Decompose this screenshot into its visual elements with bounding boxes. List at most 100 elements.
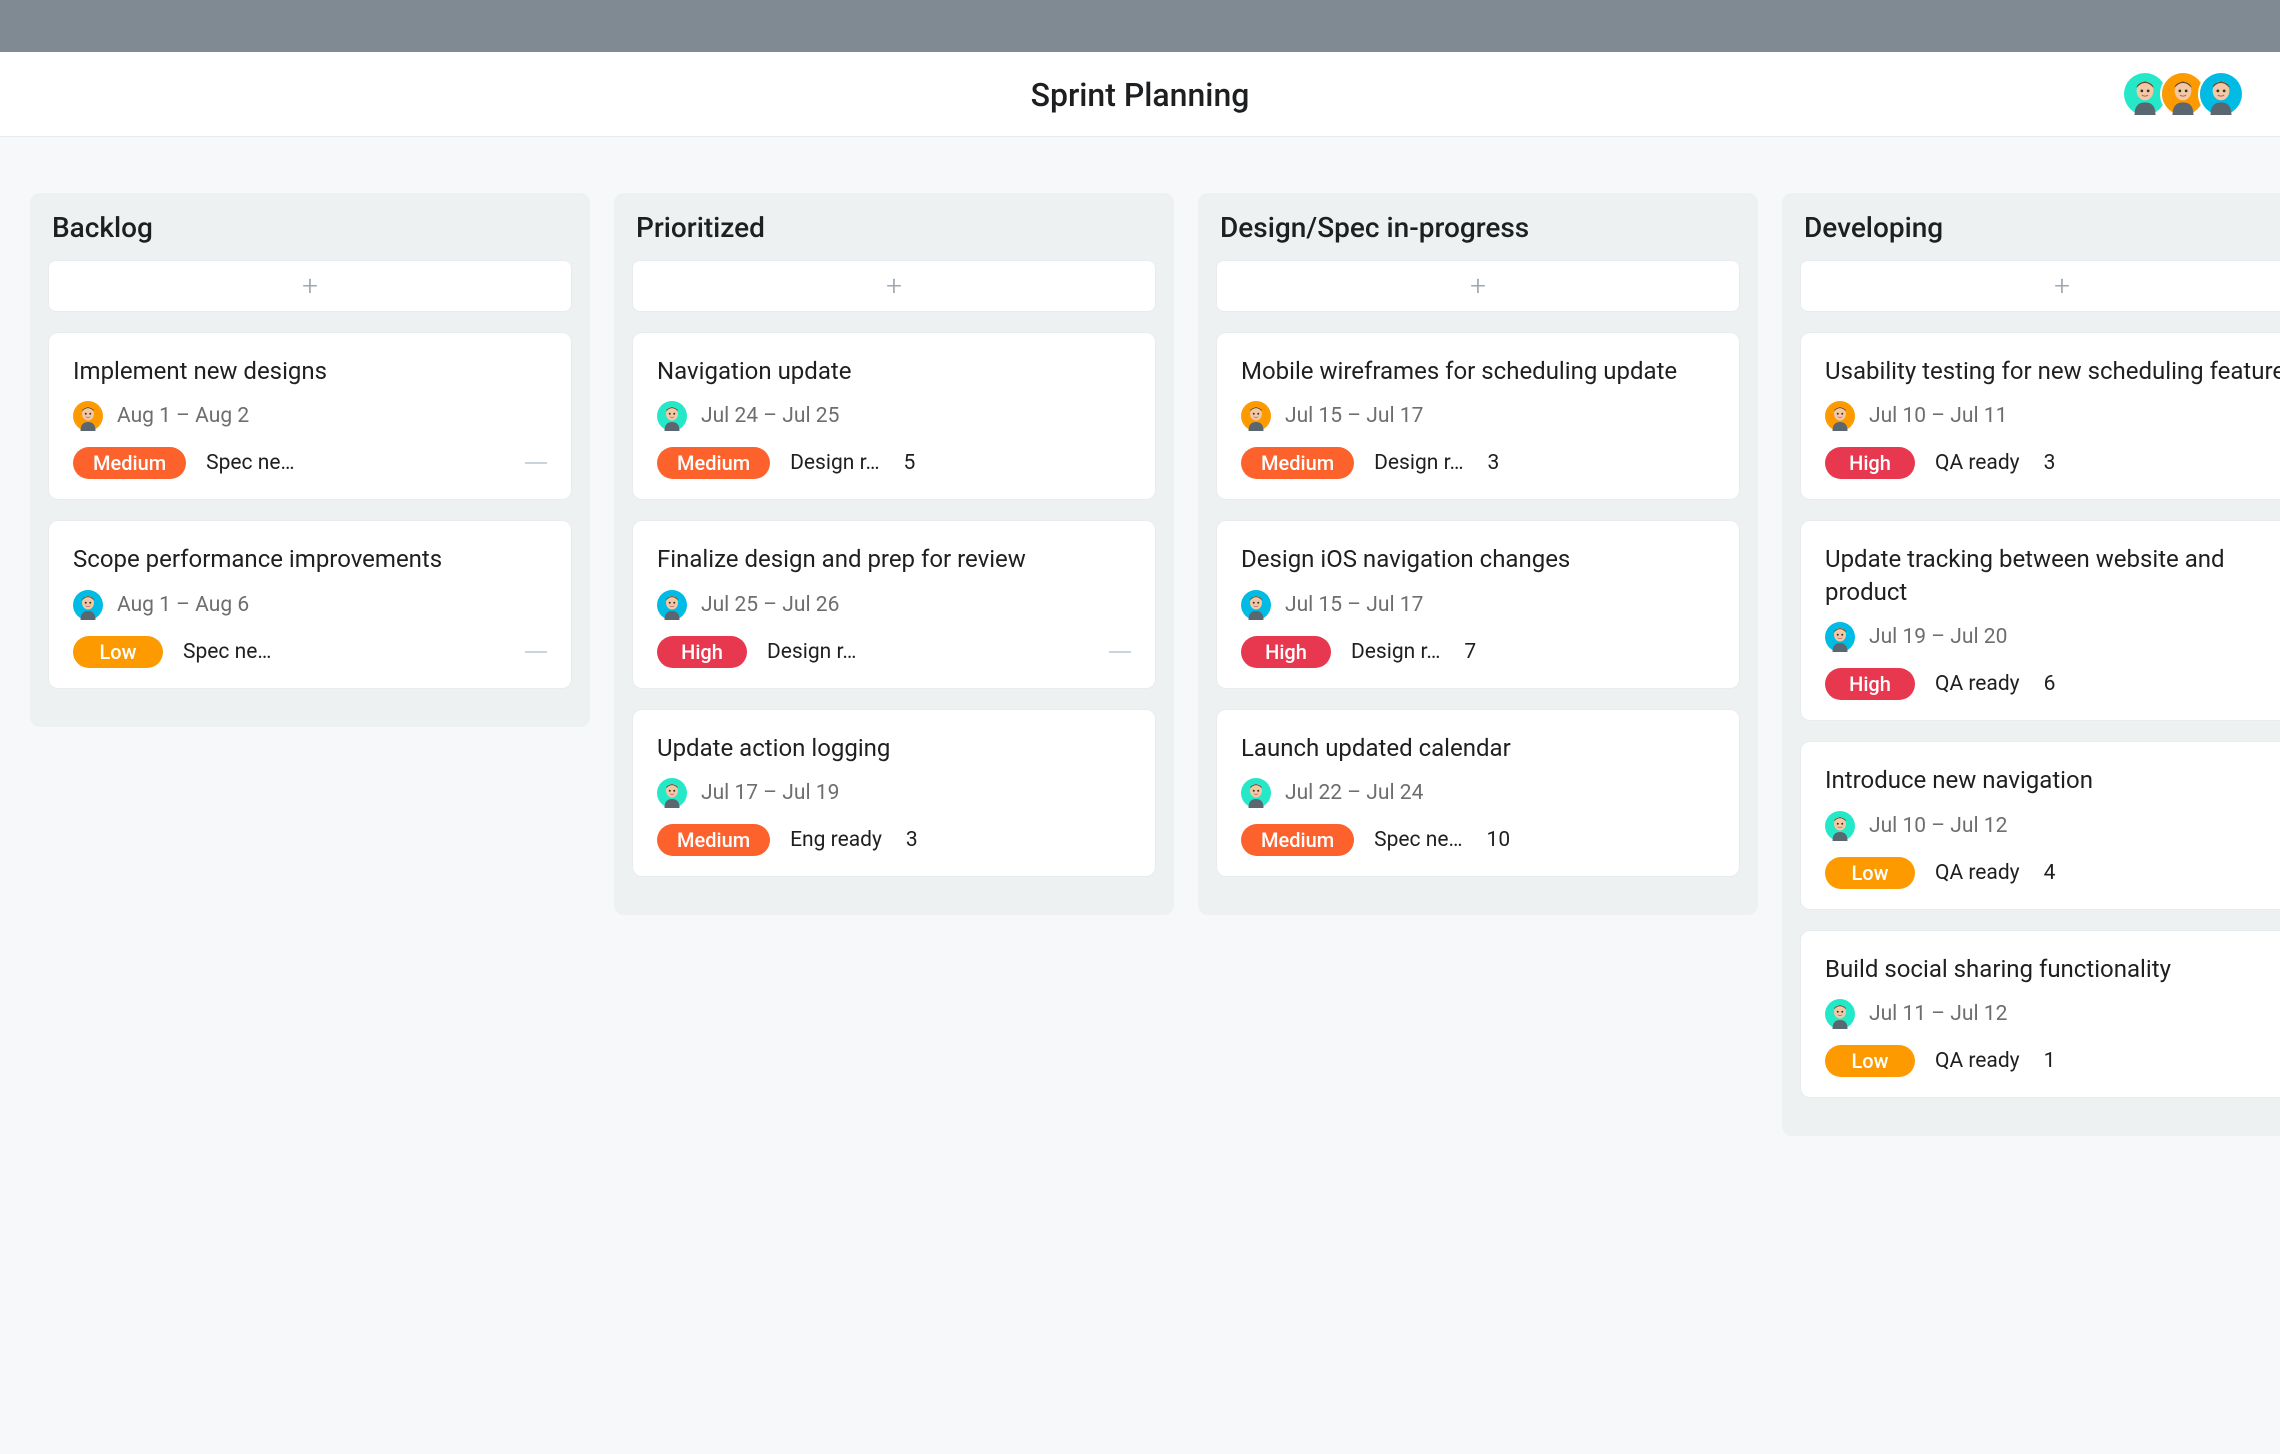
card-footer: MediumSpec ne…10	[1241, 824, 1715, 856]
card-footer: MediumDesign r…5	[657, 447, 1131, 479]
card-meta: Aug 1 – Aug 6	[73, 590, 547, 620]
subtask-count: 5	[904, 451, 916, 475]
card-date: Aug 1 – Aug 2	[117, 404, 249, 428]
card-title: Scope performance improvements	[73, 543, 547, 575]
task-card[interactable]: Introduce new navigation Jul 10 – Jul 12 L…	[1800, 741, 2280, 909]
card-footer: LowQA ready4	[1825, 857, 2280, 889]
status-text: QA ready	[1935, 672, 2020, 696]
dash-icon	[1109, 651, 1131, 653]
status-text: Spec ne…	[183, 640, 271, 664]
add-card-button[interactable]: +	[1800, 260, 2280, 312]
card-meta: Jul 10 – Jul 12	[1825, 811, 2280, 841]
card-date: Jul 25 – Jul 26	[701, 593, 839, 617]
plus-icon: +	[302, 272, 318, 300]
task-card[interactable]: Design iOS navigation changes Jul 15 – Ju…	[1216, 520, 1740, 688]
task-card[interactable]: Navigation updateJul 24 – Jul 25MediumDe…	[632, 332, 1156, 500]
card-meta: Jul 11 – Jul 12	[1825, 999, 2280, 1029]
card-footer: LowQA ready1	[1825, 1045, 2280, 1077]
avatar	[1241, 590, 1271, 620]
card-footer: HighDesign r…7	[1241, 636, 1715, 668]
avatar	[1825, 401, 1855, 431]
card-date: Aug 1 – Aug 6	[117, 593, 249, 617]
plus-icon: +	[2054, 272, 2070, 300]
status-text: Design r…	[1351, 640, 1440, 664]
subtask-count: 3	[906, 828, 918, 852]
avatar	[1825, 811, 1855, 841]
kanban-board: Backlog + Implement new designs Aug 1 – Aug…	[0, 137, 2280, 1192]
card-date: Jul 10 – Jul 11	[1869, 404, 2007, 428]
plus-icon: +	[1470, 272, 1486, 300]
avatar	[2198, 71, 2244, 117]
add-card-button[interactable]: +	[48, 260, 572, 312]
subtask-count: 6	[2044, 672, 2056, 696]
avatar	[1241, 401, 1271, 431]
card-meta: Jul 10 – Jul 11	[1825, 401, 2280, 431]
subtask-count: 7	[1464, 640, 1476, 664]
plus-icon: +	[886, 272, 902, 300]
header-avatars[interactable]	[2130, 71, 2244, 117]
card-footer: High QA ready 6	[1825, 668, 2280, 700]
status-text: Spec ne…	[206, 451, 294, 475]
card-date: Jul 15 – Jul 17	[1285, 404, 1423, 428]
column-title: Developing	[1800, 211, 2280, 244]
card-meta: Aug 1 – Aug 2	[73, 401, 547, 431]
card-footer: HighQA ready3	[1825, 447, 2280, 479]
task-card[interactable]: Update tracking between website and prod…	[1800, 520, 2280, 721]
column-title: Prioritized	[632, 211, 1156, 244]
avatar	[657, 778, 687, 808]
page-title: Sprint Planning	[1031, 76, 1250, 114]
task-card[interactable]: Update action logging Jul 17 – Jul 19 Medi…	[632, 709, 1156, 877]
task-card[interactable]: Launch updated calendar Jul 22 – Jul 24 Me…	[1216, 709, 1740, 877]
priority-pill: Low	[73, 636, 163, 668]
avatar	[1825, 999, 1855, 1029]
subtask-count: 3	[1488, 451, 1500, 475]
column-title: Design/Spec in-progress	[1216, 211, 1740, 244]
card-title: Design iOS navigation changes	[1241, 543, 1715, 575]
card-title: Update action logging	[657, 732, 1131, 764]
add-card-button[interactable]: +	[632, 260, 1156, 312]
avatar	[1825, 622, 1855, 652]
status-text: Design r…	[767, 640, 856, 664]
status-text: Design r…	[1374, 451, 1463, 475]
status-text: QA ready	[1935, 861, 2020, 885]
card-title: Usability testing for new scheduling fea…	[1825, 355, 2280, 387]
add-card-button[interactable]: +	[1216, 260, 1740, 312]
status-text: Spec ne…	[1374, 828, 1462, 852]
card-footer: Medium Design r… 3	[1241, 447, 1715, 479]
subtask-count: 1	[2044, 1049, 2056, 1073]
card-title: Implement new designs	[73, 355, 547, 387]
window-titlebar	[0, 0, 2280, 52]
card-date: Jul 24 – Jul 25	[701, 404, 839, 428]
dash-icon	[525, 462, 547, 464]
status-text: QA ready	[1935, 451, 2020, 475]
card-date: Jul 10 – Jul 12	[1869, 814, 2007, 838]
card-date: Jul 11 – Jul 12	[1869, 1002, 2007, 1026]
card-title: Build social sharing functionality	[1825, 953, 2280, 985]
card-date: Jul 19 – Jul 20	[1869, 625, 2007, 649]
priority-pill: High	[1825, 668, 1915, 700]
card-date: Jul 22 – Jul 24	[1285, 781, 1423, 805]
card-meta: Jul 17 – Jul 19	[657, 778, 1131, 808]
priority-pill: Medium	[1241, 447, 1354, 479]
card-title: Navigation update	[657, 355, 1131, 387]
card-meta: Jul 19 – Jul 20	[1825, 622, 2280, 652]
priority-pill: Low	[1825, 1045, 1915, 1077]
task-card[interactable]: Implement new designs Aug 1 – Aug 2 Medium…	[48, 332, 572, 500]
column-title: Backlog	[48, 211, 572, 244]
card-title: Introduce new navigation	[1825, 764, 2280, 796]
card-meta: Jul 24 – Jul 25	[657, 401, 1131, 431]
status-text: Design r…	[790, 451, 879, 475]
card-title: Update tracking between website and prod…	[1825, 543, 2280, 608]
card-date: Jul 15 – Jul 17	[1285, 593, 1423, 617]
priority-pill: Medium	[657, 824, 770, 856]
task-card[interactable]: Scope performance improvements Aug 1 – Au…	[48, 520, 572, 688]
task-card[interactable]: Build social sharing functionality Jul 11…	[1800, 930, 2280, 1098]
card-title: Launch updated calendar	[1241, 732, 1715, 764]
priority-pill: Medium	[73, 447, 186, 479]
avatar	[73, 401, 103, 431]
task-card[interactable]: Finalize design and prep for reviewJul 2…	[632, 520, 1156, 688]
task-card[interactable]: Usability testing for new scheduling fea…	[1800, 332, 2280, 500]
subtask-count: 3	[2044, 451, 2056, 475]
task-card[interactable]: Mobile wireframes for scheduling updateJ…	[1216, 332, 1740, 500]
board-column: Backlog + Implement new designs Aug 1 – Aug…	[30, 193, 590, 727]
